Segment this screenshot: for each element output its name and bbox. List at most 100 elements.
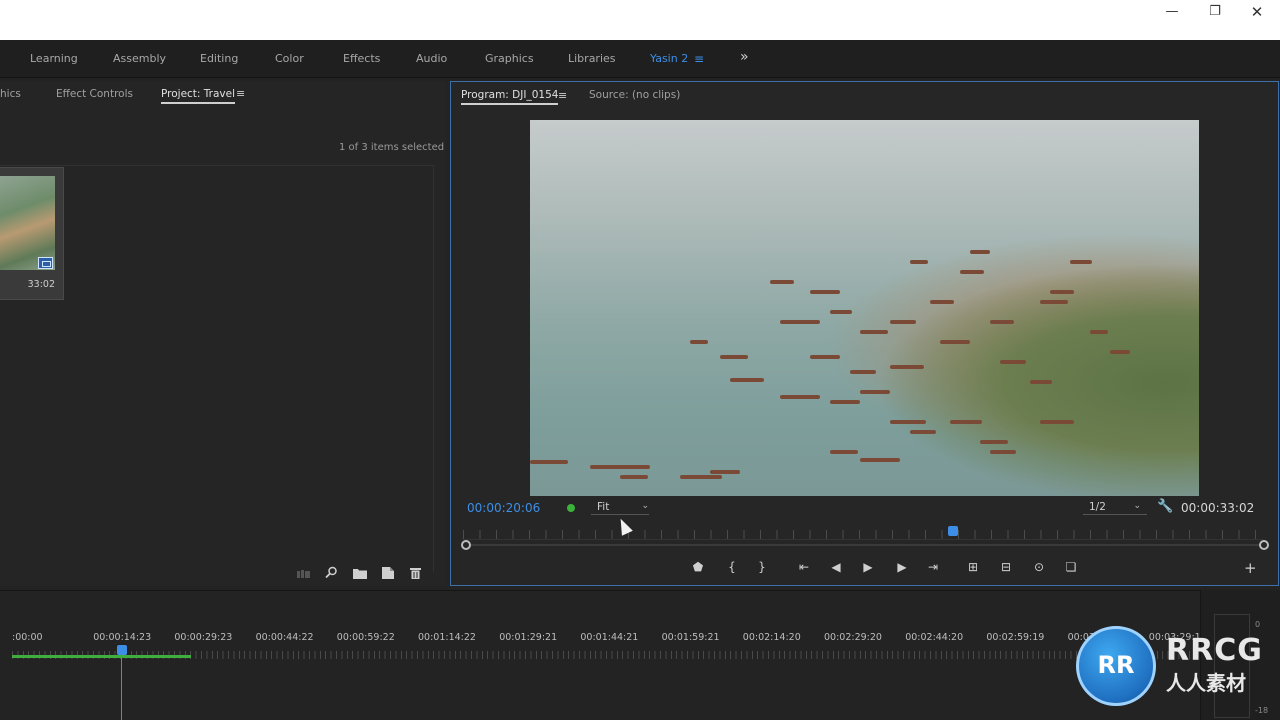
work-area-bar[interactable] [12,655,191,658]
meter-label-bottom: -18 [1255,706,1269,715]
folder-icon[interactable] [353,564,369,579]
boat-shape [810,355,840,359]
extract-icon[interactable]: ⊟ [997,560,1015,574]
boat-shape [1040,300,1068,304]
boat-shape [720,355,748,359]
chevron-down-icon: ⌄ [641,501,649,511]
search-icon[interactable] [325,564,341,579]
workspace-tab-audio[interactable]: Audio [416,52,447,65]
workspace-bar: Learning Assembly Editing Color Effects … [0,40,1280,78]
workspace-tab-libraries[interactable]: Libraries [568,52,616,65]
boat-shape [810,290,840,294]
boat-shape [860,390,890,394]
boat-shape [1030,380,1052,384]
minimize-button[interactable]: — [1152,2,1192,22]
boat-shape [980,440,1008,444]
divider [1083,514,1147,515]
boat-shape [970,250,990,254]
mark-out-icon[interactable]: } [753,560,771,574]
timeline-ruler-label: 00:02:44:20 [905,632,964,643]
zoom-select[interactable]: Fit ⌄ [597,501,649,513]
boat-shape [940,340,970,344]
export-frame-icon[interactable]: ⊙ [1030,560,1048,574]
new-item-icon[interactable] [382,564,398,579]
step-back-icon[interactable]: ◀ [827,560,845,574]
comparison-view-icon[interactable]: ❏ [1062,560,1080,574]
divider [0,165,434,166]
resolution-select[interactable]: 1/2 ⌄ [1089,501,1141,513]
workspace-tab-color[interactable]: Color [275,52,304,65]
workspace-tab-effects[interactable]: Effects [343,52,380,65]
mark-in-icon[interactable]: { [723,560,741,574]
boat-shape [1070,260,1092,264]
workspace-tab-learning[interactable]: Learning [30,52,78,65]
boat-shape [1050,290,1074,294]
scrub-bar[interactable] [461,540,1269,550]
status-dot-icon [567,504,575,512]
boat-shape [690,340,708,344]
resolution-select-value: 1/2 [1089,501,1106,513]
tab-graphics[interactable]: hics [0,88,21,100]
maximize-button[interactable]: ❐ [1195,2,1235,22]
items-selected-status: 1 of 3 items selected [339,142,445,153]
project-panel-menu-icon[interactable]: ≡ [236,87,245,100]
boat-shape [1090,330,1108,334]
workspace-tab-editing[interactable]: Editing [200,52,238,65]
boat-shape [770,280,794,284]
divider [591,514,649,515]
video-frame[interactable] [530,120,1199,496]
current-timecode[interactable]: 00:00:20:06 [467,501,540,515]
boat-shape [780,320,820,324]
program-monitor: Program: DJI_0154 ≡ Source: (no clips) 0… [450,81,1279,586]
tab-project-travel[interactable]: Project: Travel [161,88,236,104]
boat-shape [890,420,926,424]
tab-program[interactable]: Program: DJI_0154 [461,89,559,105]
freeform-view-icon[interactable] [297,564,313,578]
workspace-tab-assembly[interactable]: Assembly [113,52,166,65]
tab-source[interactable]: Source: (no clips) [589,89,680,101]
boat-shape [780,395,820,399]
monitor-time-ruler[interactable] [463,530,1263,540]
more-workspaces-icon[interactable]: » [740,49,748,65]
timeline-panel: :00:00 00:00:14:23 00:00:29:23 00:00:44:22 0… [0,590,1207,720]
workspace-tab-graphics[interactable]: Graphics [485,52,534,65]
timeline-ruler-label: 00:02:29:20 [824,632,882,643]
scrub-end-handle[interactable] [1259,540,1269,550]
timeline-playhead[interactable] [117,645,127,655]
go-to-out-icon[interactable]: ⇥ [924,560,942,574]
step-forward-icon[interactable]: ▶ [893,560,911,574]
clip-item[interactable]: 33:02 [0,167,64,300]
marker-icon[interactable]: ⬟ [689,560,707,574]
clip-thumbnail [0,176,55,270]
timeline-ruler-label: 00:01:59:21 [661,632,720,643]
settings-wrench-icon[interactable]: 🔧 [1157,499,1173,514]
boat-shape [960,270,984,274]
workspace-tab-yasin-2[interactable]: Yasin 2 [650,52,688,65]
boat-shape [860,330,888,334]
lift-icon[interactable]: ⊞ [964,560,982,574]
program-menu-icon[interactable]: ≡ [558,89,567,102]
boat-shape [890,320,916,324]
timeline-playhead-line [121,655,122,720]
rrcg-logo: RR [1076,626,1156,706]
boat-shape [910,430,936,434]
boat-shape [950,420,982,424]
playhead-marker[interactable] [947,526,958,536]
brand-name: RRCG [1166,633,1263,668]
boat-shape [1040,420,1074,424]
trash-icon[interactable] [410,564,426,579]
sequence-badge-icon [38,257,53,269]
scrub-start-handle[interactable] [461,540,471,550]
boat-shape [1000,360,1026,364]
close-button[interactable]: ✕ [1237,2,1277,22]
boat-shape [910,260,928,264]
tab-effect-controls[interactable]: Effect Controls [56,88,133,100]
button-editor-add-icon[interactable]: + [1244,559,1257,577]
timeline-ruler-label: :00:00 [12,632,43,643]
boat-shape [830,310,852,314]
boat-shape [990,450,1016,454]
go-to-in-icon[interactable]: ⇤ [795,560,813,574]
workspace-menu-icon[interactable]: ≡ [694,52,704,66]
boat-shape [710,470,740,474]
play-icon[interactable]: ▶ [859,560,877,574]
